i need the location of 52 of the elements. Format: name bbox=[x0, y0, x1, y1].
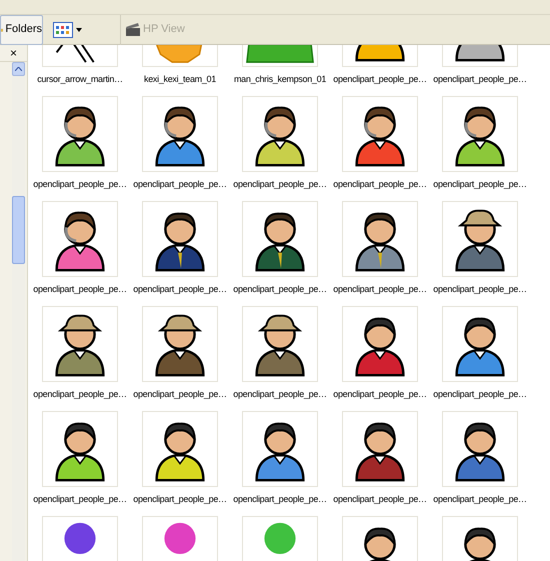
file-name: openclipart_people_pe… bbox=[433, 178, 527, 190]
person-thumbnail[interactable] bbox=[442, 96, 518, 172]
file-name: cursor_arrow_martin… bbox=[37, 73, 123, 85]
person-thumbnail[interactable] bbox=[142, 306, 218, 382]
file-name: openclipart_people_pe… bbox=[333, 73, 427, 85]
person-thumbnail[interactable] bbox=[342, 96, 418, 172]
person-thumbnail[interactable] bbox=[142, 201, 218, 277]
file-name: kexi_kexi_team_01 bbox=[144, 73, 216, 85]
file-name: man_chris_kempson_01 bbox=[234, 73, 326, 85]
file-name: openclipart_people_pe… bbox=[33, 178, 127, 190]
file-name: openclipart_people_pe… bbox=[233, 388, 327, 400]
person-thumbnail[interactable] bbox=[442, 306, 518, 382]
clapperboard-icon bbox=[125, 22, 141, 36]
file-name: openclipart_people_pe… bbox=[33, 493, 127, 505]
person-thumbnail[interactable] bbox=[342, 306, 418, 382]
file-name: openclipart_people_pe… bbox=[33, 283, 127, 295]
person-thumbnail[interactable] bbox=[342, 411, 418, 487]
file-name: openclipart_people_pe… bbox=[333, 178, 427, 190]
file-name: openclipart_people_pe… bbox=[433, 283, 527, 295]
person-thumbnail[interactable] bbox=[242, 306, 318, 382]
folders-button[interactable]: Folders bbox=[0, 14, 43, 44]
file-name: openclipart_people_pe… bbox=[433, 388, 527, 400]
file-name: openclipart_people_pe… bbox=[133, 388, 227, 400]
file-name: openclipart_people_pe… bbox=[233, 178, 327, 190]
file-name: openclipart_people_pe… bbox=[133, 178, 227, 190]
person-thumbnail[interactable] bbox=[442, 201, 518, 277]
views-icon bbox=[53, 22, 73, 38]
file-name: openclipart_people_pe… bbox=[433, 73, 527, 85]
close-pane-button[interactable]: × bbox=[10, 47, 17, 59]
person-thumbnail[interactable] bbox=[42, 306, 118, 382]
scroll-up-button[interactable] bbox=[12, 62, 25, 76]
person-thumbnail[interactable] bbox=[42, 201, 118, 277]
file-name: openclipart_people_pe… bbox=[33, 388, 127, 400]
person-thumbnail[interactable] bbox=[42, 96, 118, 172]
person-thumbnail[interactable] bbox=[342, 201, 418, 277]
file-name: openclipart_people_pe… bbox=[333, 493, 427, 505]
file-name: openclipart_people_pe… bbox=[233, 493, 327, 505]
file-name: openclipart_people_pe… bbox=[233, 283, 327, 295]
file-name: openclipart_people_pe… bbox=[133, 493, 227, 505]
person-thumbnail[interactable] bbox=[42, 411, 118, 487]
person-thumbnail[interactable] bbox=[442, 411, 518, 487]
person-thumbnail[interactable] bbox=[242, 96, 318, 172]
person-thumbnail[interactable] bbox=[242, 411, 318, 487]
file-name: openclipart_people_pe… bbox=[333, 388, 427, 400]
caret-icon bbox=[76, 28, 82, 32]
person-thumbnail[interactable] bbox=[242, 201, 318, 277]
person-thumbnail[interactable] bbox=[142, 411, 218, 487]
file-name: openclipart_people_pe… bbox=[333, 283, 427, 295]
scroll-thumb[interactable] bbox=[12, 196, 25, 264]
file-name: openclipart_people_pe… bbox=[433, 493, 527, 505]
person-thumbnail[interactable] bbox=[142, 96, 218, 172]
file-name: openclipart_people_pe… bbox=[133, 283, 227, 295]
